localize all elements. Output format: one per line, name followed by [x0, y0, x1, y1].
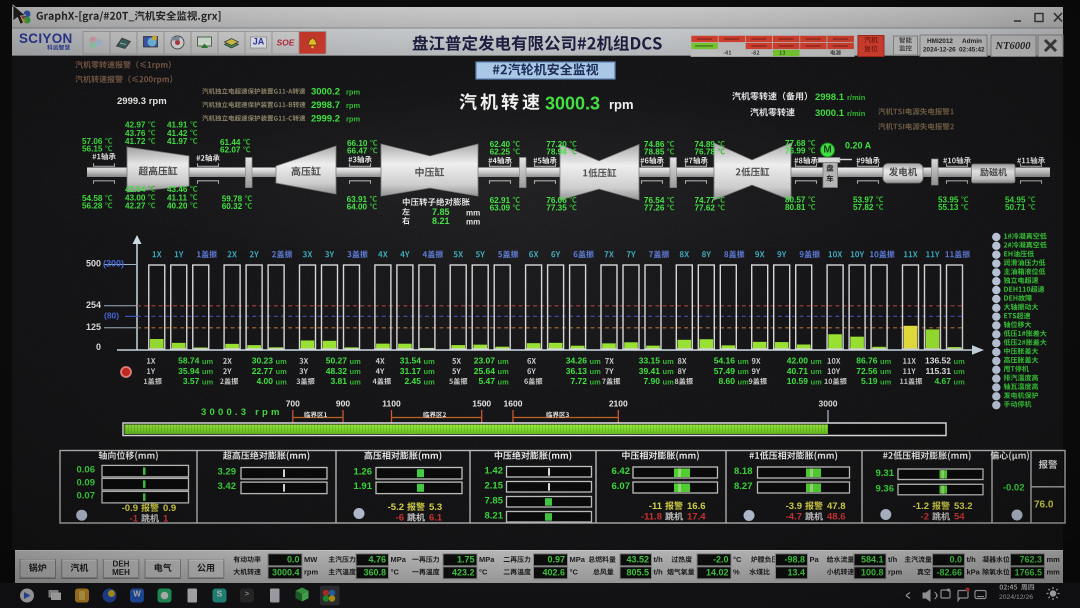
svg-text:>: >	[245, 589, 250, 598]
svg-text:2024/12/26: 2024/12/26	[999, 594, 1033, 601]
svg-text:S: S	[217, 589, 223, 599]
svg-text:W: W	[133, 590, 141, 599]
